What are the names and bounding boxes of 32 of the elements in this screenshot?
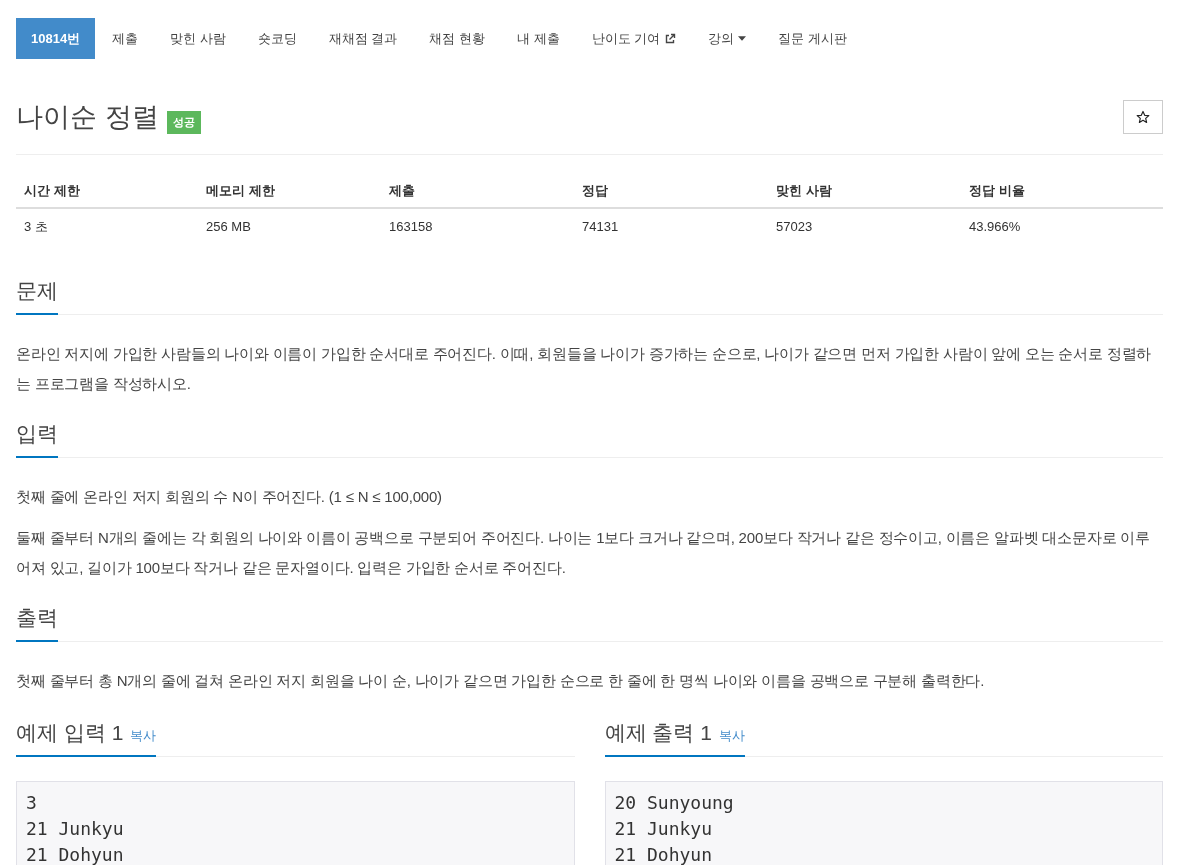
- table-cell-text: 57023: [775, 217, 814, 236]
- section-title: 예제 입력 1: [16, 720, 124, 746]
- section-title: 예제 출력 1: [604, 720, 712, 746]
- table-cell-text: 3 초: [23, 217, 49, 236]
- copy-link[interactable]: 복사: [130, 726, 157, 746]
- column-header: 제출: [388, 182, 416, 201]
- star-icon: [1136, 110, 1150, 124]
- table-cell-text: 74131: [581, 217, 620, 236]
- table-cell-text: 256 MB: [205, 217, 252, 236]
- section-title: 문제: [16, 278, 58, 304]
- status-label: 성공: [166, 111, 201, 134]
- column-header: 정답 비율: [968, 182, 1026, 201]
- column-header: 맞힌 사람: [775, 182, 833, 201]
- sample-code: 3 21 Junkyu 21 Dohyun: [16, 781, 575, 865]
- table-cell-text: 43.966%: [968, 217, 1022, 236]
- copy-link[interactable]: 복사: [718, 726, 745, 746]
- section-title: 입력: [16, 421, 58, 447]
- external-link-icon: [664, 32, 677, 45]
- paragraph: 첫째 줄부터 총 N개의 줄에 걸쳐 온라인 저지 회원을 나이 순, 나이가 같으면 가입한 순으로 한 줄에 한 명씩 나이와 이름을 공백으로 구분해 출력한다.: [16, 671, 986, 691]
- column-header: 시간 제한: [23, 182, 81, 201]
- paragraph: 온라인 저지에 가입한 사람들의 나이와 이름이 가입한 순서대로 주어진다. 이때, 회원들을 나이가 증가하는 순으로, 나이가 같으면 먼저 가입한 사람이 앞에 오는 순서로 정렬하는 프로그램을 작성하시오.: [16, 344, 1153, 394]
- section-title: 출력: [16, 605, 58, 631]
- column-header: 정답: [581, 182, 609, 201]
- paragraph: 둘째 줄부터 N개의 줄에는 각 회원의 나이와 이름이 공백으로 구분되어 주어진다. 나이는 1보다 크거나 같으며, 200보다 작거나 같은 정수이고, 이름은 알파벳 대소문자로 이루어져 있고, 길이가 100보다 작거나 같은 문자열이다. 입력은 가입한 순서로 주어진다.: [16, 528, 1151, 578]
- problem-title: 나이순 정렬: [16, 101, 159, 134]
- favorite-button[interactable]: [1123, 100, 1163, 134]
- sample-code: 20 Sunyoung 21 Junkyu 21 Dohyun: [604, 781, 1163, 865]
- nav-tab[interactable]: 10814번: [16, 18, 96, 59]
- paragraph: 첫째 줄에 온라인 저지 회원의 수 N이 주어진다. (1 ≤ N ≤ 100,000): [16, 487, 443, 507]
- table-cell-text: 163158: [388, 217, 434, 236]
- column-header: 메모리 제한: [205, 182, 276, 201]
- caret-icon: [738, 36, 747, 41]
